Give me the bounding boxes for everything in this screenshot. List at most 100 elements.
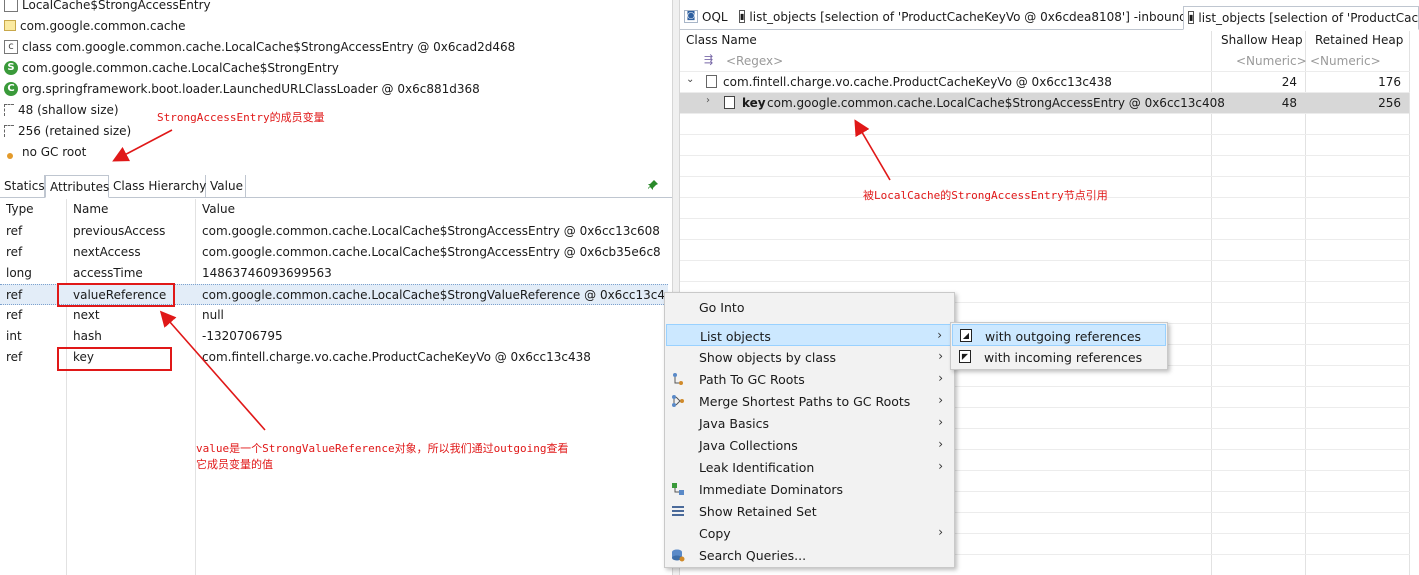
menu-item-with-outgoing-references[interactable]: ◢ with outgoing references — [952, 324, 1166, 346]
menu-label: Path To GC Roots — [699, 372, 805, 387]
table-row[interactable]: ref nextAccess com.google.common.cache.L… — [0, 242, 668, 263]
menu-item-show-retained-set[interactable]: Show Retained Set — [666, 500, 953, 522]
column-header-class-name[interactable]: Class Name — [686, 33, 757, 47]
tab-list-objects-inbound[interactable]: ▮ list_objects [selection of 'ProductCac… — [735, 6, 1187, 30]
inspector-package-row[interactable]: com.google.common.cache — [4, 15, 186, 36]
menu-item-immediate-dominators[interactable]: Immediate Dominators — [666, 478, 953, 500]
table-row[interactable]: ref next null — [0, 305, 668, 326]
retained-heap: 176 — [1378, 75, 1401, 89]
tab-statics[interactable]: Statics — [0, 175, 45, 198]
menu-item-java-basics[interactable]: Java Basics › — [666, 412, 953, 434]
menu-item-java-collections[interactable]: Java Collections › — [666, 434, 953, 456]
column-header-retained-heap[interactable]: Retained Heap — [1315, 33, 1403, 47]
submenu-arrow-icon: › — [938, 349, 943, 363]
path-gc-roots-icon — [671, 372, 685, 386]
row-type: int — [6, 329, 22, 343]
menu-item-go-into[interactable]: Go Into — [666, 296, 953, 318]
tab-list-objects-active[interactable]: ▮ list_objects [selection of 'ProductCac — [1183, 6, 1419, 30]
column-header-type[interactable]: Type — [6, 202, 34, 216]
dominators-icon — [671, 482, 685, 496]
row-type: ref — [6, 224, 23, 238]
row-value: -1320706795 — [202, 329, 283, 343]
annotation-member-vars: StrongAccessEntry的成员变量 — [157, 111, 325, 124]
pin-icon[interactable] — [648, 180, 658, 192]
submenu-arrow-icon: › — [938, 371, 943, 385]
menu-item-merge-shortest-paths[interactable]: Merge Shortest Paths to GC Roots › — [666, 390, 953, 412]
highlight-box-valueReference — [57, 283, 175, 307]
submenu-arrow-icon: › — [938, 415, 943, 429]
column-header-shallow-heap[interactable]: Shallow Heap — [1221, 33, 1303, 47]
shallow-filter[interactable]: <Numeric> — [1236, 54, 1307, 68]
menu-label: with outgoing references — [985, 329, 1142, 344]
tab-class-hierarchy[interactable]: Class Hierarchy — [109, 175, 206, 198]
row-value: com.google.common.cache.LocalCache$Stron… — [202, 288, 681, 302]
menu-label: Immediate Dominators — [699, 482, 844, 497]
collapse-arrow-icon[interactable]: ⌄ — [686, 74, 694, 85]
menu-item-search-queries[interactable]: Search Queries... — [666, 544, 953, 566]
column-header-name[interactable]: Name — [73, 202, 108, 216]
oql-icon: ◙ — [684, 10, 698, 23]
empty-row — [680, 156, 1410, 177]
shallow-heap: 48 — [1281, 96, 1297, 110]
tab-attributes[interactable]: Attributes — [45, 175, 109, 198]
inspector-superclass-row[interactable]: S com.google.common.cache.LocalCache$Str… — [4, 57, 339, 78]
menu-item-with-incoming-references[interactable]: ◤ with incoming references — [952, 346, 1166, 368]
retained-filter[interactable]: <Numeric> — [1310, 54, 1381, 68]
size-icon — [4, 103, 14, 116]
tab-oql[interactable]: ◙ OQL — [680, 6, 735, 30]
inspector-retained-row: 256 (retained size) — [4, 120, 131, 141]
retained-set-icon — [671, 504, 685, 518]
outgoing-references-icon: ◢ — [960, 329, 972, 342]
menu-label: Java Collections — [699, 438, 798, 453]
table-row[interactable]: long accessTime 14863746093699563 — [0, 263, 668, 284]
submenu-arrow-icon: › — [938, 437, 943, 451]
class-object: class com.google.common.cache.LocalCache… — [22, 39, 516, 54]
menu-item-path-to-gc-roots[interactable]: Path To GC Roots › — [666, 368, 953, 390]
menu-item-leak-identification[interactable]: Leak Identification › — [666, 456, 953, 478]
empty-row — [680, 261, 1410, 282]
row-name: next — [73, 308, 100, 322]
row-name: accessTime — [73, 266, 143, 280]
object-inspector-pane: LocalCache$StrongAccessEntry com.google.… — [0, 0, 680, 575]
attributes-table: Type Name Value ref previousAccess com.g… — [0, 199, 680, 575]
inspector-entry-row[interactable]: LocalCache$StrongAccessEntry — [4, 0, 211, 15]
tab-value[interactable]: Value — [206, 175, 246, 198]
inspector-class-row[interactable]: c class com.google.common.cache.LocalCac… — [4, 36, 515, 57]
inspector-classloader-row[interactable]: C org.springframework.boot.loader.Launch… — [4, 78, 480, 99]
class-icon — [4, 0, 18, 12]
table-row[interactable]: int hash -1320706795 — [0, 326, 668, 347]
table-row[interactable]: ref previousAccess com.google.common.cac… — [0, 221, 668, 242]
incoming-references-icon: ◤ — [959, 350, 971, 363]
inspector-shallow-row: 48 (shallow size) — [4, 99, 119, 120]
field-name: key — [742, 96, 766, 110]
row-value: null — [202, 308, 224, 322]
menu-item-show-objects-by-class[interactable]: Show objects by class › — [666, 346, 953, 368]
menu-item-list-objects[interactable]: List objects › — [666, 324, 953, 346]
menu-item-copy[interactable]: Copy › — [666, 522, 953, 544]
package-icon — [4, 20, 16, 31]
empty-row — [680, 135, 1410, 156]
inspector-tab-bar: Statics Attributes Class Hierarchy Value — [0, 175, 672, 198]
object-icon — [706, 75, 717, 88]
tab-oql-label: OQL — [702, 10, 728, 24]
superclass-icon: S — [4, 60, 18, 75]
super-class: com.google.common.cache.LocalCache$Stron… — [22, 60, 339, 75]
gc-root: no GC root — [22, 144, 87, 159]
shallow-size: 48 (shallow size) — [18, 102, 119, 117]
column-header-value[interactable]: Value — [202, 202, 235, 216]
expand-arrow-icon[interactable]: › — [706, 95, 710, 106]
row-value: 14863746093699563 — [202, 266, 332, 280]
menu-label: Leak Identification — [699, 460, 815, 475]
class-name-filter[interactable]: <Regex> — [726, 54, 783, 68]
regex-icon: ⇶ — [704, 53, 714, 66]
annotation-value-note-1: value是一个StrongValueReference对象，所以我们通过out… — [196, 442, 569, 455]
row-value: com.google.common.cache.LocalCache$Stron… — [202, 245, 661, 259]
table-row[interactable]: ⌄ com.fintell.charge.vo.cache.ProductCac… — [680, 72, 1410, 93]
search-queries-icon — [671, 548, 685, 562]
menu-label: Search Queries... — [699, 548, 807, 563]
menu-label: Show objects by class — [699, 350, 837, 365]
table-row-selected[interactable]: › key com.google.common.cache.LocalCache… — [680, 93, 1409, 114]
row-name: hash — [73, 329, 102, 343]
empty-row — [680, 219, 1410, 240]
row-name: previousAccess — [73, 224, 166, 238]
